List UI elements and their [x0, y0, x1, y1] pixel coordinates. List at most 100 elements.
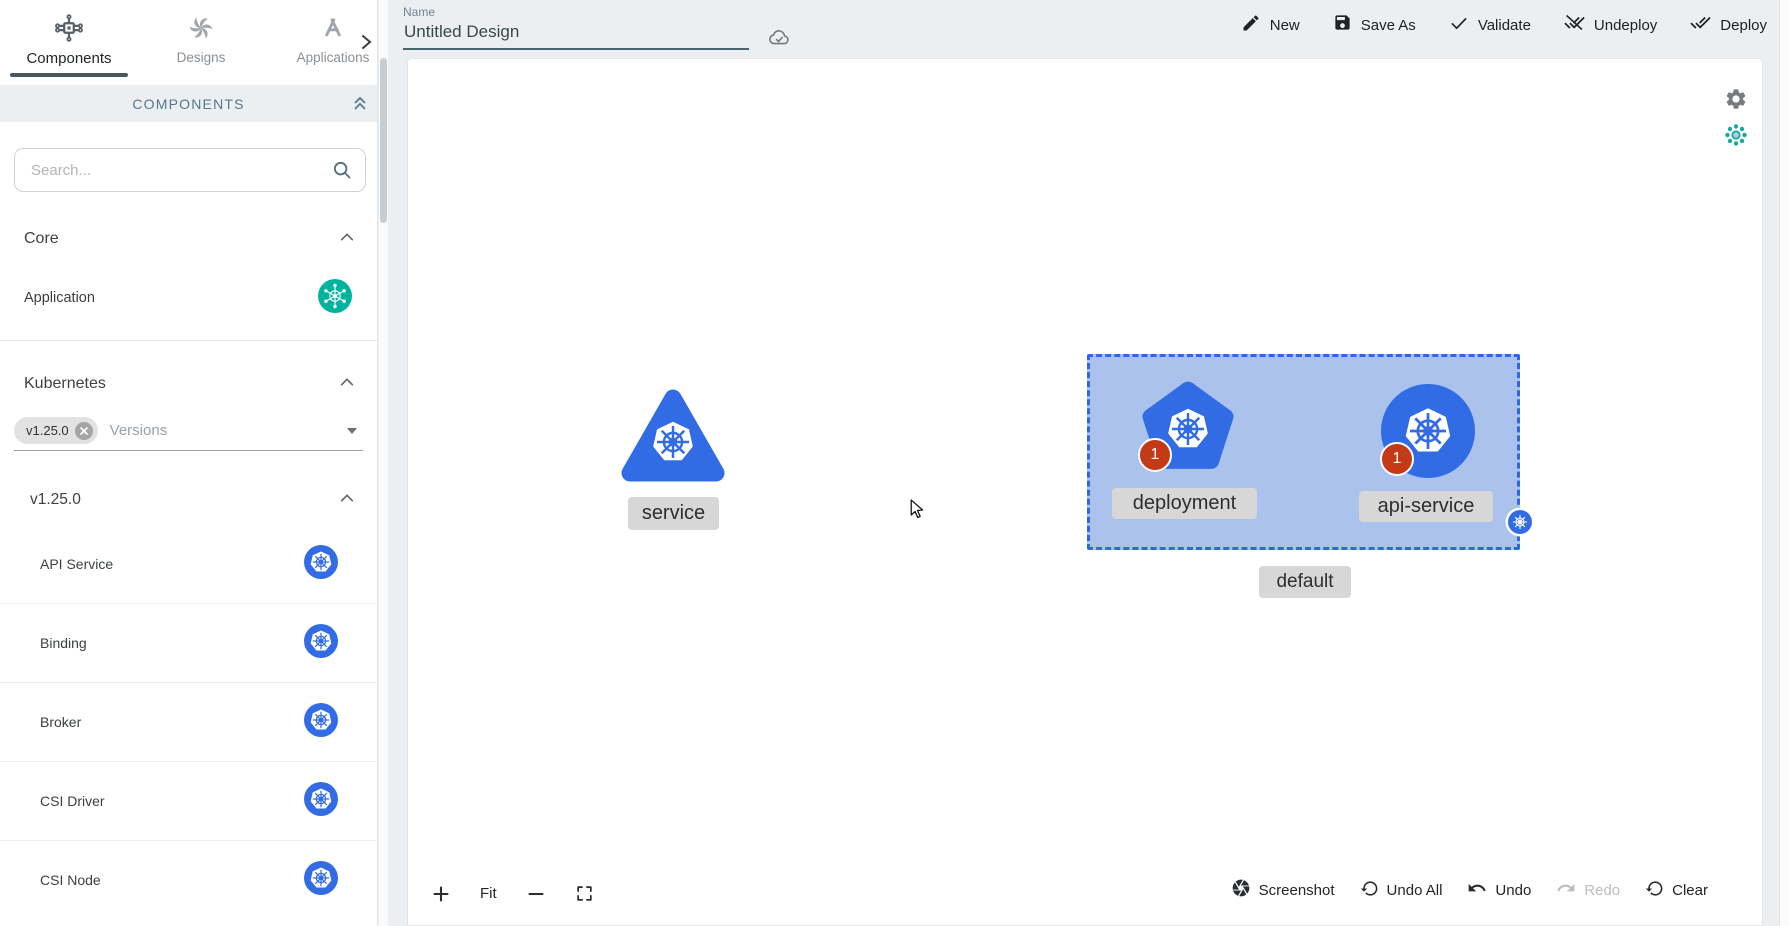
screenshot-button[interactable]: Screenshot	[1231, 878, 1335, 903]
validate-button-label: Validate	[1478, 17, 1531, 34]
save-icon	[1333, 13, 1352, 37]
undeploy-button[interactable]: Undeploy	[1564, 12, 1657, 38]
version-chip: v1.25.0	[14, 417, 98, 444]
new-button[interactable]: New	[1241, 13, 1300, 38]
component-csi-node[interactable]: CSI Node	[0, 841, 377, 919]
chevron-up-icon[interactable]	[339, 375, 355, 393]
undo-all-button-label: Undo All	[1387, 882, 1443, 899]
meshmap-designer: Components D	[0, 0, 1789, 926]
dropdown-caret-icon[interactable]	[347, 428, 357, 434]
scrollbar-thumb[interactable]	[380, 58, 387, 223]
save-as-button[interactable]: Save As	[1333, 13, 1416, 37]
applications-icon	[318, 10, 348, 46]
group-kubernetes-mini-icon[interactable]	[1505, 507, 1535, 537]
zoom-out-button[interactable]	[527, 885, 545, 903]
kubernetes-context-icon[interactable]	[1724, 123, 1748, 152]
remove-version-icon[interactable]	[75, 422, 93, 440]
double-check-crossed-icon	[1564, 12, 1585, 38]
divider	[0, 340, 377, 341]
undo-button[interactable]: Undo	[1467, 878, 1531, 903]
undeploy-button-label: Undeploy	[1594, 17, 1657, 34]
design-canvas[interactable]: service 1 deployment	[407, 58, 1763, 926]
kubernetes-icon	[303, 623, 339, 664]
api-service-count-badge: 1	[1380, 442, 1414, 476]
component-api-service[interactable]: API Service	[0, 525, 377, 603]
design-name-field: Name	[403, 5, 749, 50]
tab-designs[interactable]: Designs	[142, 8, 260, 75]
search-input[interactable]	[14, 148, 366, 192]
mouse-cursor	[909, 499, 925, 524]
fullscreen-button[interactable]	[575, 884, 594, 903]
sidebar: Components D	[0, 0, 378, 926]
node-api-service-label[interactable]: api-service	[1359, 491, 1493, 522]
name-field-label: Name	[403, 5, 749, 19]
clear-button-label: Clear	[1672, 882, 1708, 899]
undo-all-icon	[1360, 879, 1379, 903]
clear-icon	[1645, 879, 1664, 903]
shutter-icon	[1231, 878, 1251, 903]
redo-button[interactable]: Redo	[1556, 878, 1620, 903]
zoom-in-button[interactable]	[432, 885, 450, 903]
design-name-input[interactable]	[403, 19, 749, 50]
core-section-title: Core	[24, 230, 59, 248]
page-scrollbar[interactable]	[1779, 0, 1789, 926]
meshery-application-icon	[317, 278, 353, 319]
screenshot-button-label: Screenshot	[1259, 882, 1335, 899]
component-application-label: Application	[24, 290, 95, 306]
group-default-label[interactable]: default	[1259, 566, 1351, 598]
component-broker[interactable]: Broker	[0, 683, 377, 761]
validate-button[interactable]: Validate	[1449, 13, 1531, 38]
node-service[interactable]	[621, 386, 725, 486]
node-deployment-label[interactable]: deployment	[1112, 488, 1257, 519]
component-label: API Service	[40, 556, 113, 572]
tab-components[interactable]: Components	[10, 8, 128, 77]
components-icon	[53, 10, 85, 46]
versions-select[interactable]: v1.25.0 Versions	[14, 411, 363, 451]
redo-icon	[1556, 878, 1576, 903]
collapse-panel-icon[interactable]	[351, 94, 369, 117]
redo-button-label: Redo	[1584, 882, 1620, 899]
fit-button[interactable]: Fit	[480, 885, 497, 902]
undo-all-button[interactable]: Undo All	[1360, 879, 1443, 903]
sidebar-tabbar: Components D	[0, 0, 377, 85]
version-group-header[interactable]: v1.25.0	[0, 483, 377, 517]
versions-placeholder: Versions	[110, 422, 168, 439]
main-area: Name New Save As	[388, 0, 1779, 926]
component-application[interactable]: Application	[0, 266, 377, 330]
clear-button[interactable]: Clear	[1645, 879, 1708, 903]
component-csi-driver[interactable]: CSI Driver	[0, 762, 377, 840]
component-label: Broker	[40, 714, 81, 730]
designs-icon	[186, 10, 216, 46]
component-list: API Service Binding Broker CSI Driver CS…	[0, 525, 377, 919]
component-label: CSI Node	[40, 872, 101, 888]
canvas-actions: Screenshot Undo All Undo	[1231, 878, 1708, 903]
deploy-button[interactable]: Deploy	[1690, 12, 1767, 38]
kubernetes-icon	[303, 860, 339, 901]
component-label: CSI Driver	[40, 793, 105, 809]
search-icon[interactable]	[331, 159, 353, 186]
undo-icon	[1467, 878, 1487, 903]
chevron-up-icon[interactable]	[339, 230, 355, 248]
panel-title: COMPONENTS	[132, 96, 244, 112]
zoom-toolbar: Fit	[432, 884, 594, 903]
pencil-icon	[1241, 13, 1261, 38]
version-chip-label: v1.25.0	[26, 423, 69, 438]
tab-components-label: Components	[26, 50, 111, 67]
check-icon	[1449, 13, 1469, 38]
undo-button-label: Undo	[1495, 882, 1531, 899]
component-label: Binding	[40, 635, 87, 651]
sidebar-scrollbar[interactable]	[379, 0, 388, 926]
chevron-up-icon[interactable]	[339, 491, 355, 509]
node-service-label[interactable]: service	[628, 497, 719, 530]
component-binding[interactable]: Binding	[0, 604, 377, 682]
new-button-label: New	[1270, 17, 1300, 34]
active-tab-underline	[10, 73, 128, 77]
kubernetes-section-header[interactable]: Kubernetes	[0, 369, 377, 399]
header-actions: New Save As Validate	[1241, 12, 1767, 38]
tabs-scroll-right-icon[interactable]	[359, 34, 373, 55]
core-section-header[interactable]: Core	[0, 224, 377, 254]
gear-icon[interactable]	[1724, 87, 1748, 116]
cloud-saved-icon	[765, 26, 793, 55]
deploy-button-label: Deploy	[1720, 17, 1767, 34]
save-as-button-label: Save As	[1361, 17, 1416, 34]
